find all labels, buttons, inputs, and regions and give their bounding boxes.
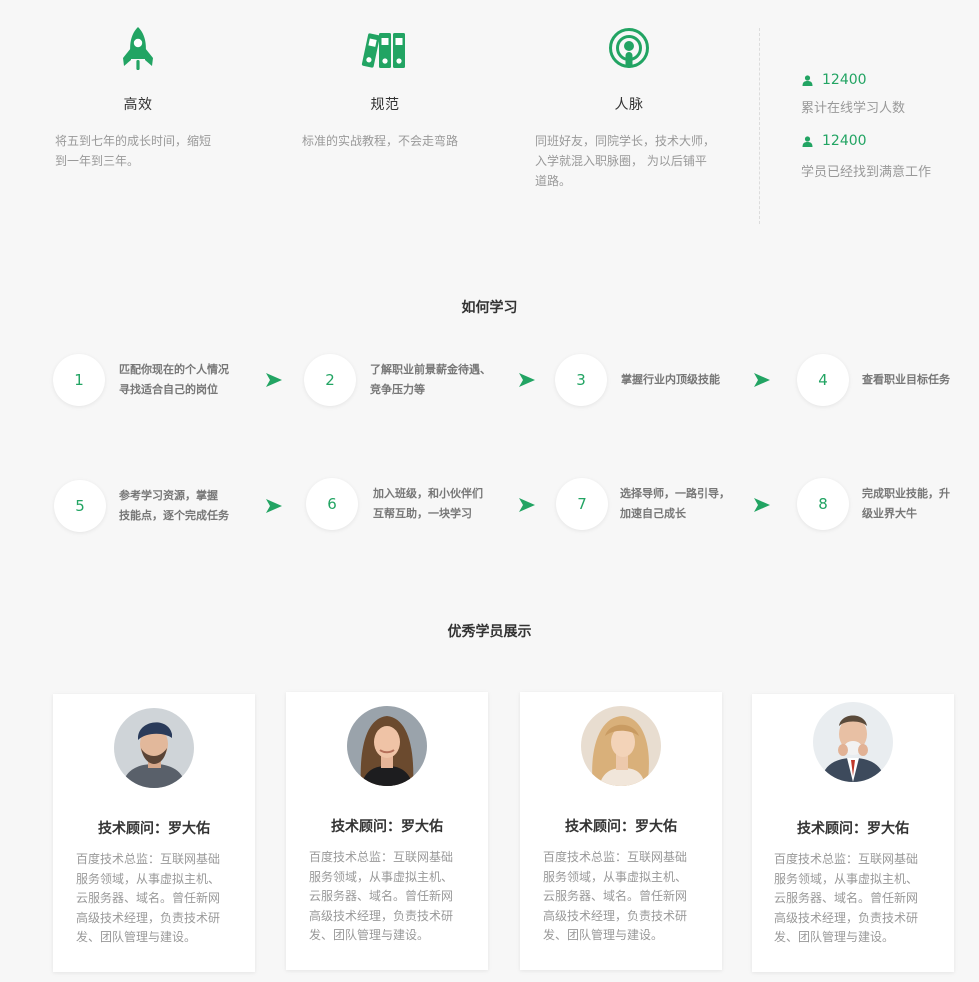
stat-value: 12400	[822, 133, 867, 149]
step-number-3: 3	[555, 354, 607, 406]
student-card[interactable]: 技术顾问：罗大佑 百度技术总监：互联网基础 服务领域，从事虚拟主机、 云服务器、域名…	[53, 694, 255, 972]
card-description: 百度技术总监：互联网基础 服务领域，从事虚拟主机、 云服务器、域名。曾任新网 高级技术…	[774, 852, 919, 944]
user-icon	[802, 74, 813, 86]
step-number-6: 6	[306, 478, 358, 530]
student-card[interactable]: 技术顾问：罗大佑 百度技术总监：互联网基础 服务领域，从事虚拟主机、 云服务器、域名…	[520, 692, 722, 970]
card-title: 技术顾问：罗大佑	[98, 821, 210, 837]
binders-icon	[361, 33, 405, 68]
card-description: 百度技术总监：互联网基础 服务领域，从事虚拟主机、 云服务器、域名。曾任新网 高级技术…	[76, 852, 221, 944]
feature-title: 规范	[370, 97, 400, 113]
stat-value: 12400	[822, 72, 867, 88]
arrow-right-icon	[754, 373, 770, 387]
feature-title: 高效	[123, 97, 153, 113]
podcast-icon	[609, 28, 649, 68]
card-description: 百度技术总监：互联网基础 服务领域，从事虚拟主机、 云服务器、域名。曾任新网 高级技术…	[309, 850, 454, 942]
stat-label: 累计在线学习人数	[801, 101, 906, 116]
vertical-divider	[759, 28, 760, 224]
step-text: 加入班级，和小伙伴们 互帮互助，一块学习	[373, 487, 483, 520]
avatar	[813, 702, 893, 782]
arrow-right-icon	[519, 373, 535, 387]
card-description: 百度技术总监：互联网基础 服务领域，从事虚拟主机、 云服务器、域名。曾任新网 高级技术…	[543, 850, 688, 942]
student-card[interactable]: 技术顾问：罗大佑 百度技术总监：互联网基础 服务领域，从事虚拟主机、 云服务器、域名…	[752, 694, 954, 972]
card-title: 技术顾问：罗大佑	[797, 821, 909, 837]
arrow-right-icon	[266, 499, 282, 513]
card-title: 技术顾问：罗大佑	[565, 819, 677, 835]
step-number-4: 4	[797, 354, 849, 406]
step-number-5: 5	[54, 480, 106, 532]
step-number-1: 1	[53, 354, 105, 406]
step-number-8: 8	[797, 478, 849, 530]
feature-standard: 规范	[357, 26, 413, 114]
feature-desc: 将五到七年的成长时间，缩短 到一年到三年。	[55, 134, 212, 168]
user-icon	[802, 135, 813, 147]
arrow-right-icon	[519, 498, 535, 512]
step-text: 完成职业技能，升 级业界大牛	[862, 487, 950, 520]
avatar-woman-brunette	[347, 706, 427, 786]
feature-title: 人脉	[614, 97, 644, 113]
section-title-students: 优秀学员展示	[447, 624, 532, 640]
section-title-how-to-learn: 如何学习	[461, 300, 518, 316]
step-text: 查看职业目标任务	[862, 373, 950, 386]
rocket-icon	[123, 27, 153, 70]
avatar	[347, 706, 427, 786]
step-text: 了解职业前景薪金待遇、 竞争压力等	[370, 363, 491, 396]
avatar	[581, 706, 661, 786]
card-title: 技术顾问：罗大佑	[331, 819, 443, 835]
arrow-right-icon	[754, 498, 770, 512]
stat-employed-learners: 12400	[802, 133, 867, 149]
stat-label: 学员已经找到满意工作	[801, 165, 932, 180]
avatar	[114, 708, 194, 788]
feature-desc: 标准的实战教程，不会走弯路	[302, 134, 459, 148]
step-text: 匹配你现在的个人情况 寻找适合自己的岗位	[119, 363, 229, 396]
feature-efficient: 高效	[110, 26, 166, 114]
step-number-2: 2	[304, 354, 356, 406]
student-card[interactable]: 技术顾问：罗大佑 百度技术总监：互联网基础 服务领域，从事虚拟主机、 云服务器、域名…	[286, 692, 488, 970]
avatar-woman-blonde	[581, 706, 661, 786]
feature-network: 人脉	[601, 26, 657, 114]
step-text: 选择导师，一路引导， 加速自己成长	[620, 487, 730, 520]
step-text: 掌握行业内顶级技能	[621, 373, 720, 386]
stat-online-learners: 12400	[802, 72, 867, 88]
step-text: 参考学习资源，掌握 技能点，逐个完成任务	[119, 489, 229, 522]
arrow-right-icon	[266, 373, 282, 387]
step-number-7: 7	[556, 478, 608, 530]
avatar-man-suit	[813, 702, 893, 782]
feature-desc: 同班好友，同院学长，技术大师， 入学就混入职脉圈， 为以后铺平 道路。	[535, 134, 716, 188]
avatar-man-beanie	[114, 708, 194, 788]
